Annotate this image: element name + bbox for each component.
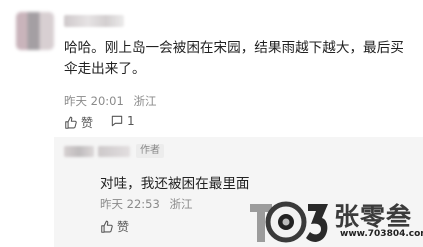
comment-time: 昨天 20:01 — [64, 94, 124, 108]
reply-location: 浙江 — [169, 197, 193, 211]
watermark-logo-icon — [250, 201, 328, 243]
watermark-brand: 张零叁 — [334, 202, 413, 231]
reply-like-button[interactable]: 赞 — [100, 218, 129, 235]
reply-button[interactable]: 1 — [110, 114, 135, 128]
reply-count: 1 — [127, 114, 135, 128]
avatar[interactable] — [16, 12, 54, 50]
like-label: 赞 — [81, 116, 94, 130]
username-blurred[interactable] — [64, 15, 124, 27]
thumbs-up-icon — [101, 220, 113, 233]
comment-bubble-icon — [111, 115, 123, 127]
comment-meta: 昨天 20:01 浙江 — [64, 93, 162, 109]
watermark: 张零叁 www.703804.com — [246, 196, 423, 247]
reply-avatar-blurred[interactable] — [64, 146, 94, 157]
author-badge: 作者 — [136, 144, 164, 158]
reply-username-blurred[interactable] — [98, 146, 130, 157]
reply-text: 对哇，我还被困在最里面 — [100, 176, 250, 192]
like-button[interactable]: 赞 — [64, 114, 93, 131]
comment-text: 哈哈。刚上岛一会被困在宋园，结果雨越下越大，最后买伞走出来了。 — [64, 40, 404, 77]
thumbs-up-icon — [65, 116, 77, 129]
watermark-url: www.703804.com — [340, 229, 423, 239]
reply-like-label: 赞 — [117, 220, 130, 234]
reply-time: 昨天 22:53 — [100, 197, 160, 211]
comment-location: 浙江 — [133, 94, 157, 108]
reply-meta: 昨天 22:53 浙江 — [100, 196, 198, 212]
